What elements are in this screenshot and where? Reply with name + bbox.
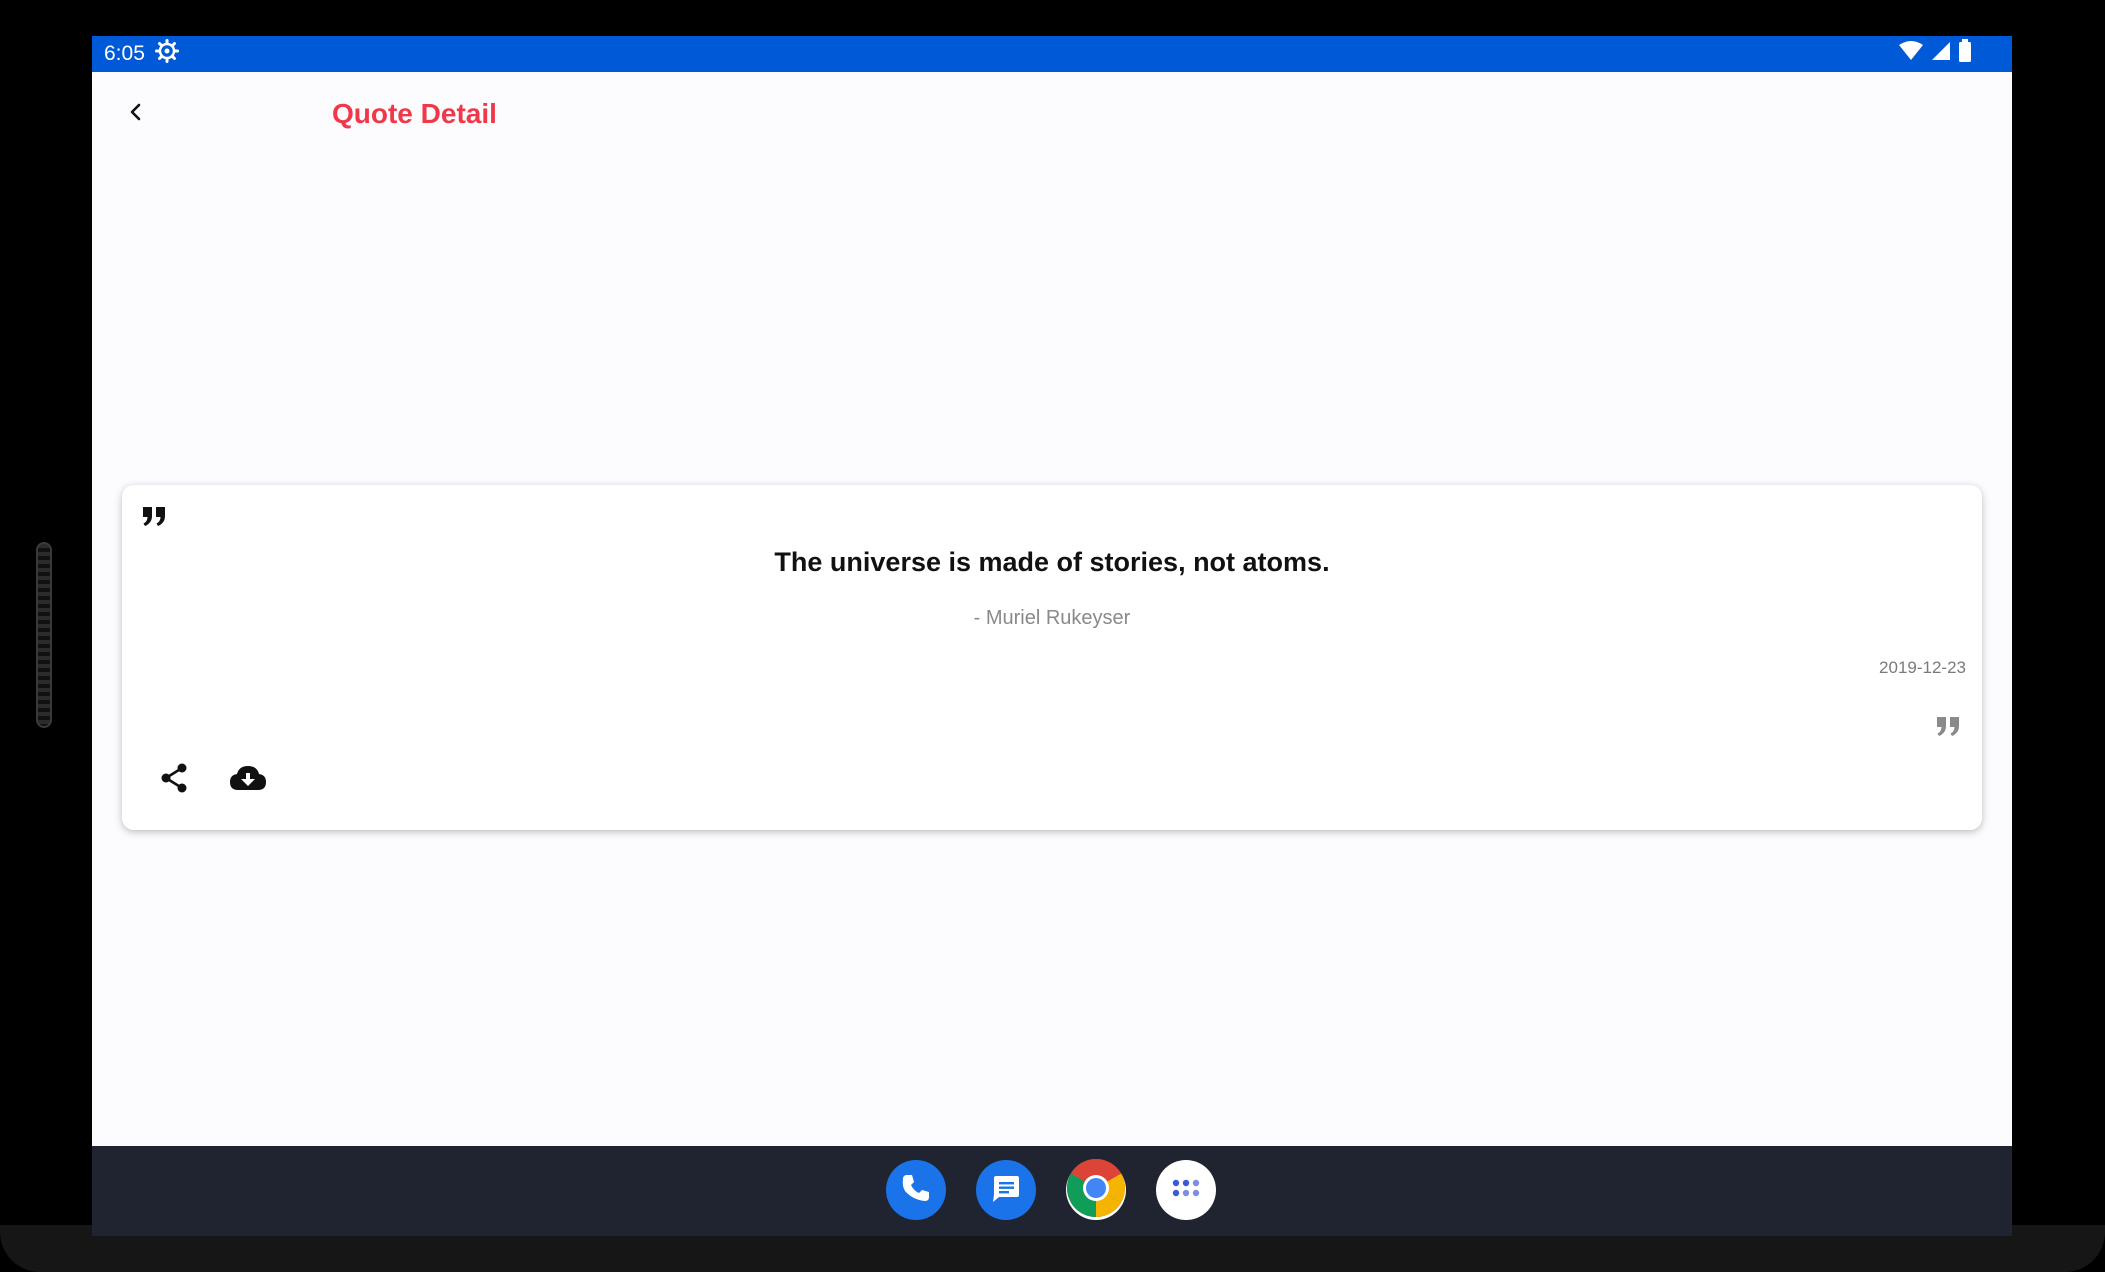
phone-icon	[899, 1171, 933, 1210]
close-quote-icon	[1936, 715, 1962, 737]
wifi-icon	[1898, 40, 1924, 68]
quote-text: The universe is made of stories, not ato…	[774, 547, 1330, 577]
status-right	[1898, 39, 1972, 69]
app-bar: Quote Detail	[92, 72, 2012, 156]
apps-grid-icon	[1171, 1178, 1201, 1203]
tablet-device-frame: 6:05 Quote Detail The universe is made o…	[0, 0, 2105, 1272]
device-side-button	[36, 542, 52, 728]
card-actions	[152, 758, 270, 802]
phone-app-button[interactable]	[886, 1160, 946, 1220]
signal-icon	[1930, 40, 1952, 68]
back-button[interactable]	[112, 90, 160, 138]
status-time: 6:05	[104, 42, 145, 65]
app-drawer-button[interactable]	[1156, 1160, 1216, 1220]
dock	[886, 1158, 1216, 1223]
screen: 6:05 Quote Detail The universe is made o…	[92, 36, 2012, 1236]
page-title: Quote Detail	[332, 98, 497, 129]
download-button[interactable]	[226, 758, 270, 802]
share-button[interactable]	[152, 758, 196, 802]
chevron-left-icon	[126, 102, 146, 127]
quote-card: The universe is made of stories, not ato…	[122, 485, 1982, 830]
messages-app-button[interactable]	[976, 1160, 1036, 1220]
settings-gear-icon	[154, 39, 179, 69]
chrome-icon	[1066, 1158, 1126, 1223]
status-left: 6:05	[104, 39, 179, 69]
open-quote-icon	[142, 505, 168, 527]
battery-icon	[1958, 39, 1972, 69]
share-icon	[158, 762, 190, 799]
chrome-app-button[interactable]	[1066, 1158, 1126, 1223]
quote-author: - Muriel Rukeyser	[973, 607, 1131, 629]
cloud-download-icon	[229, 763, 267, 798]
quote-date: 2019-12-23	[1879, 658, 1966, 677]
messages-icon	[989, 1171, 1023, 1210]
status-bar: 6:05	[92, 36, 2012, 72]
